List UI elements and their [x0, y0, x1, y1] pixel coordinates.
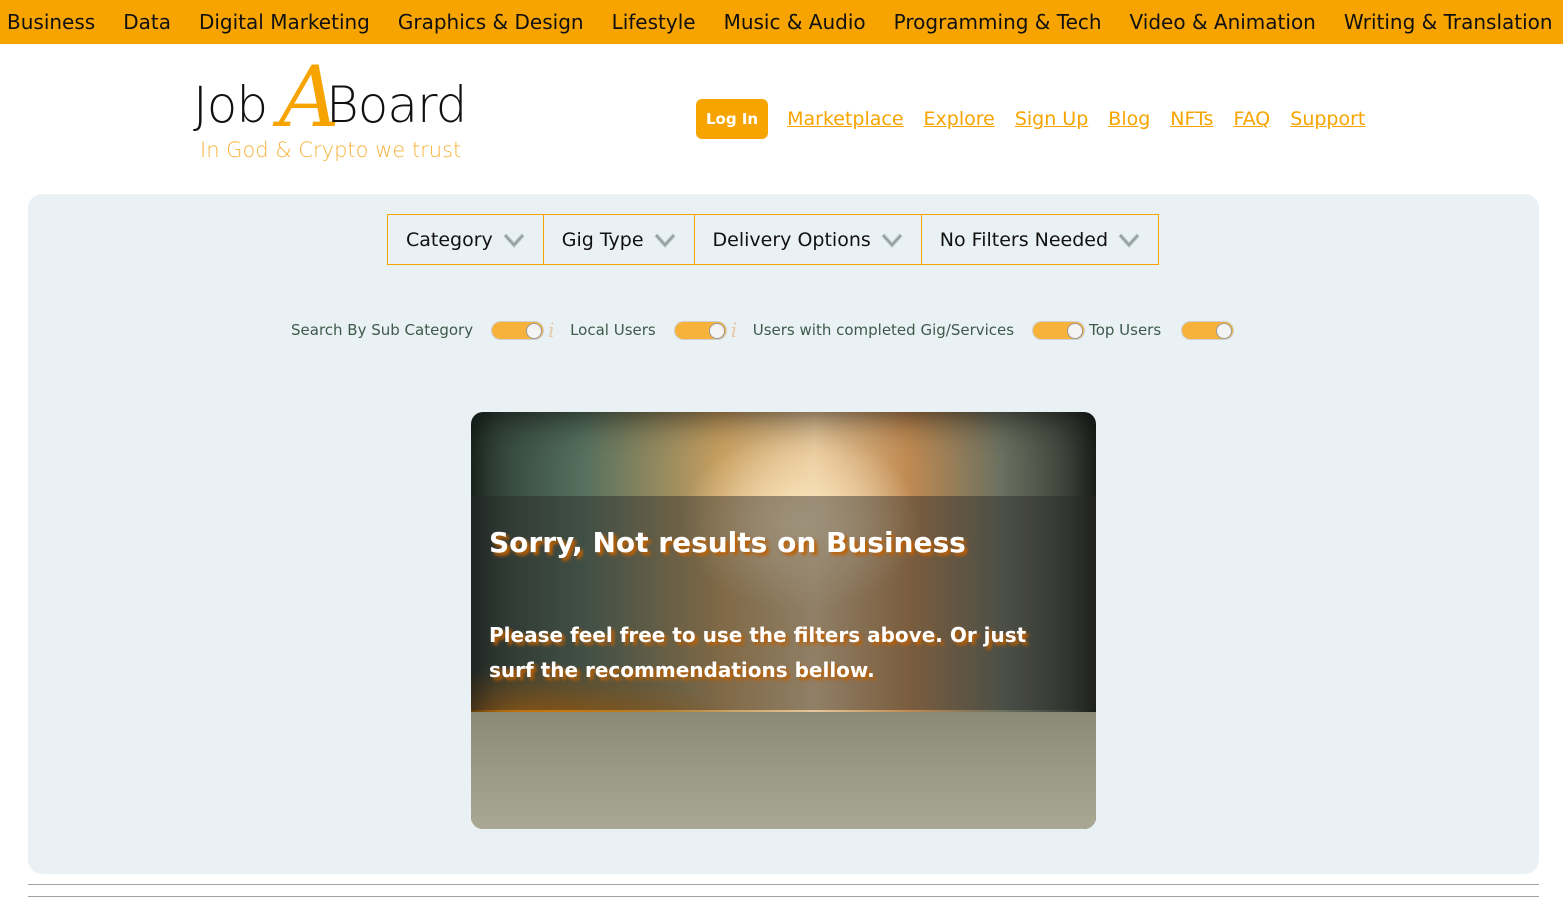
logo-board: Board — [326, 76, 467, 134]
filter-category[interactable]: Category — [387, 214, 544, 265]
category-lifestyle[interactable]: Lifestyle — [605, 10, 696, 34]
toggle-knob — [526, 322, 543, 339]
chevron-down-icon — [881, 232, 903, 248]
toggle-sub-category-label: Search By Sub Category — [291, 321, 474, 339]
filter-delivery-options-label: Delivery Options — [712, 228, 871, 251]
logo-tagline: In God & Crypto we trust — [200, 138, 462, 162]
filter-no-filters-label: No Filters Needed — [939, 228, 1109, 251]
filter-gig-type-label: Gig Type — [561, 228, 644, 251]
toggle-completed-label: Users with completed Gig/Services — [752, 321, 1015, 339]
filter-gig-type[interactable]: Gig Type — [542, 214, 695, 265]
logo-job: Job — [193, 76, 268, 134]
filter-no-filters[interactable]: No Filters Needed — [920, 214, 1160, 265]
category-programming-tech[interactable]: Programming & Tech — [887, 10, 1102, 34]
info-icon[interactable]: i — [731, 320, 743, 340]
category-video-animation[interactable]: Video & Animation — [1123, 10, 1316, 34]
nav-support[interactable]: Support — [1290, 108, 1365, 130]
login-button[interactable]: Log In — [696, 99, 769, 139]
filter-bar: Category Gig Type Delivery Options No Fi… — [387, 214, 1160, 265]
toggle-knob — [1067, 322, 1084, 339]
nav-blog[interactable]: Blog — [1108, 108, 1150, 130]
category-music-audio[interactable]: Music & Audio — [717, 10, 866, 34]
nav-faq[interactable]: FAQ — [1233, 108, 1270, 130]
toggle-local-users-label: Local Users — [570, 321, 656, 339]
divider — [28, 896, 1539, 897]
chevron-down-icon — [503, 232, 525, 248]
toggle-local-users[interactable] — [673, 320, 727, 340]
category-graphics-design[interactable]: Graphics & Design — [391, 10, 584, 34]
info-icon[interactable]: i — [548, 320, 560, 340]
category-digital-marketing[interactable]: Digital Marketing — [192, 10, 370, 34]
chevron-down-icon — [1118, 232, 1140, 248]
category-business[interactable]: Business — [0, 10, 95, 34]
no-results-card: Sorry, Not results on Business Please fe… — [471, 412, 1096, 829]
card-background-image — [471, 712, 1096, 829]
header-nav: Log In Marketplace Explore Sign Up Blog … — [696, 99, 1385, 139]
nav-marketplace[interactable]: Marketplace — [787, 108, 903, 130]
search-panel: Category Gig Type Delivery Options No Fi… — [28, 194, 1539, 874]
chevron-down-icon — [654, 232, 676, 248]
filter-category-label: Category — [406, 228, 493, 251]
toggle-row: Search By Sub Category i Local Users i U… — [291, 318, 1238, 342]
nav-explore[interactable]: Explore — [924, 108, 995, 130]
nav-sign-up[interactable]: Sign Up — [1015, 108, 1088, 130]
toggle-completed[interactable] — [1032, 320, 1086, 340]
site-logo[interactable]: Job A Board In God & Crypto we trust — [193, 48, 503, 168]
no-results-title: Sorry, Not results on Business — [489, 526, 966, 559]
divider — [28, 884, 1539, 885]
toggle-top-users[interactable] — [1181, 320, 1235, 340]
toggle-knob — [1216, 322, 1233, 339]
toggle-sub-category[interactable] — [491, 320, 545, 340]
category-data[interactable]: Data — [116, 10, 171, 34]
category-writing-translation[interactable]: Writing & Translation — [1337, 10, 1553, 34]
no-results-message: Please feel free to use the filters abov… — [489, 623, 1027, 682]
category-bar: Business Data Digital Marketing Graphics… — [0, 0, 1563, 44]
filter-delivery-options[interactable]: Delivery Options — [693, 214, 922, 265]
nav-nfts[interactable]: NFTs — [1170, 108, 1213, 130]
toggle-top-users-label: Top Users — [1089, 321, 1162, 339]
toggle-knob — [708, 322, 725, 339]
